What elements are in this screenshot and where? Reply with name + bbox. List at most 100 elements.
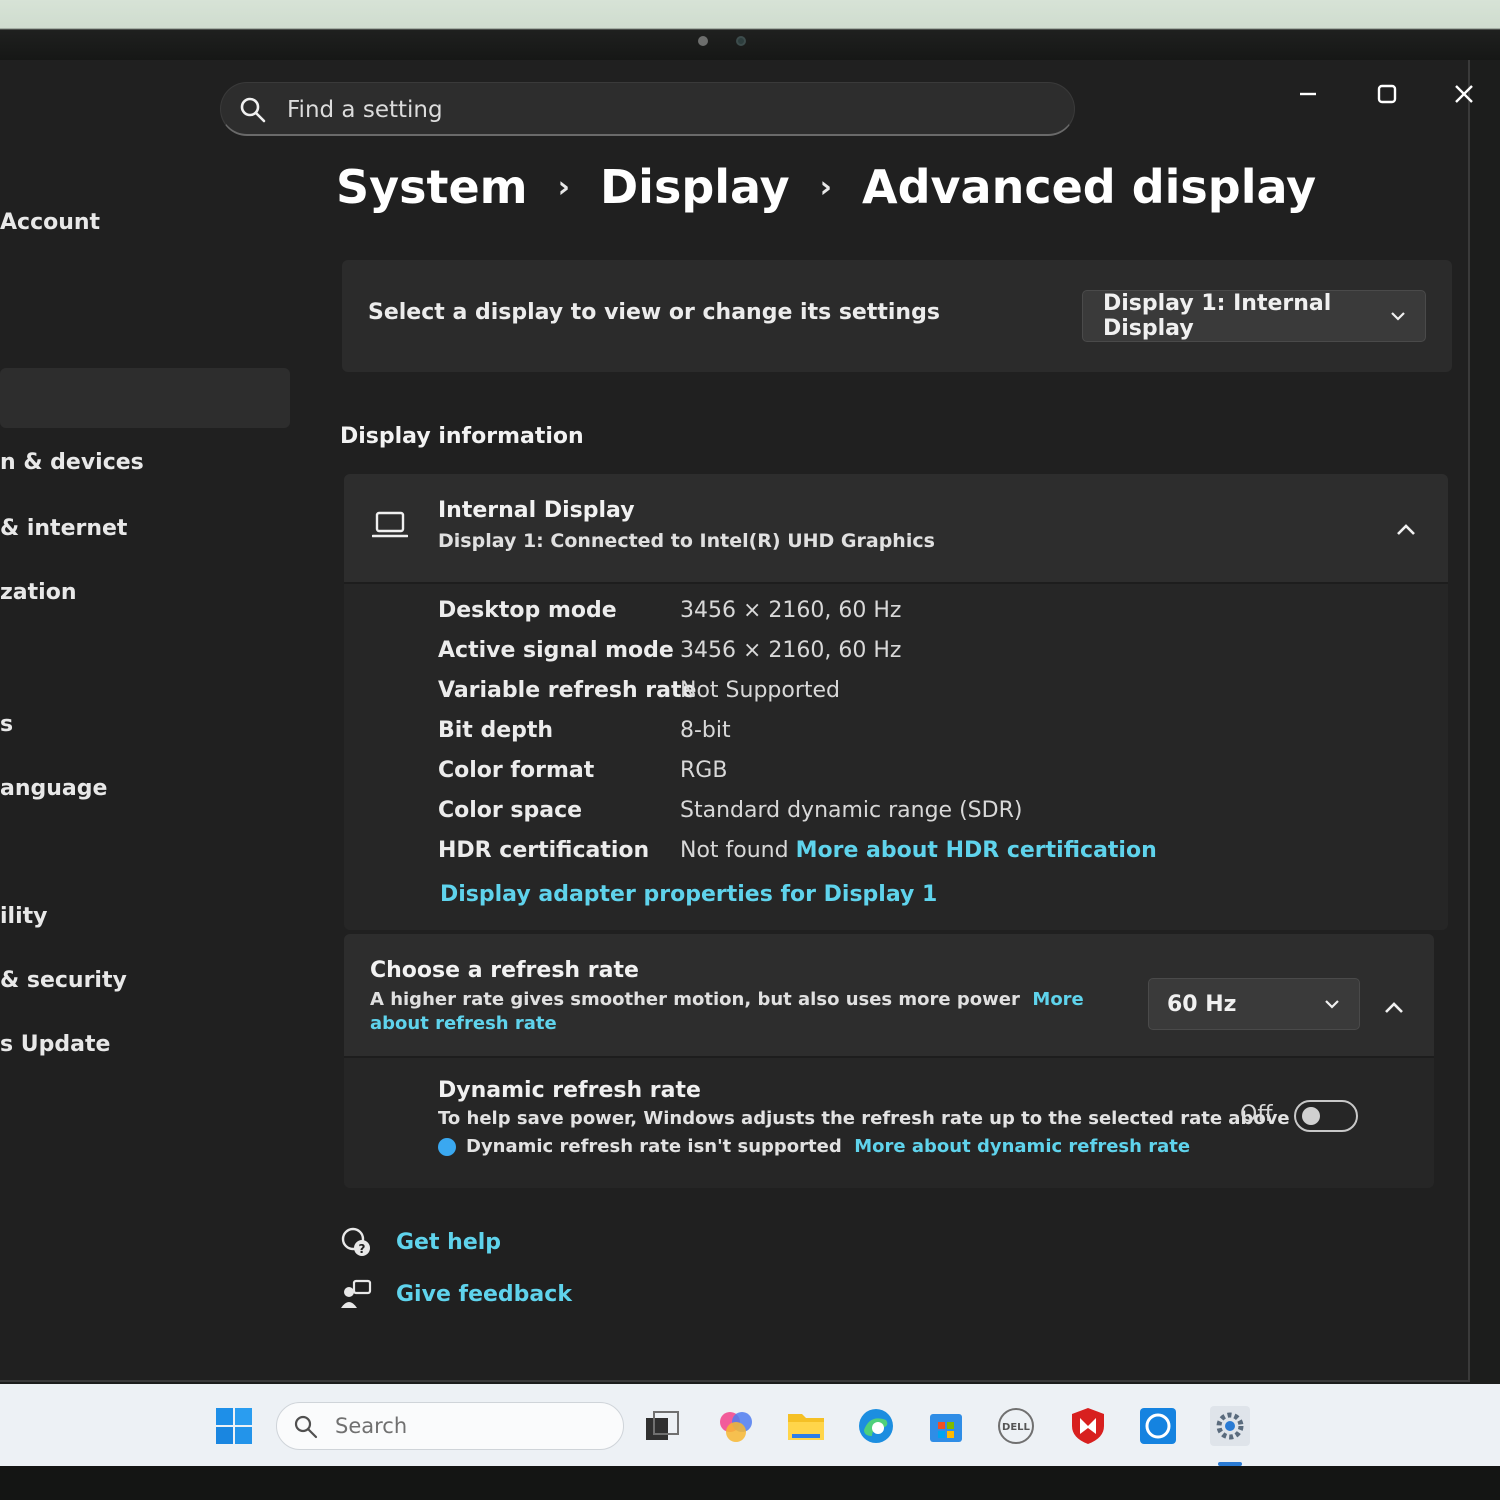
select-display-card: Select a display to view or change its s… <box>342 260 1452 372</box>
page-title: Advanced display <box>862 160 1317 214</box>
hdr-status: Not found <box>680 838 789 863</box>
screen-bezel-bottom <box>0 1466 1500 1500</box>
task-view-icon[interactable] <box>642 1406 682 1446</box>
refresh-rate-description: A higher rate gives smoother motion, but… <box>370 988 1130 1036</box>
svg-text:DELL: DELL <box>1002 1422 1031 1433</box>
property-row-variable-refresh-rate: Variable refresh rate Not Supported <box>438 678 1438 714</box>
section-heading-display-information: Display information <box>340 424 584 449</box>
microsoft-store-icon[interactable] <box>926 1406 966 1446</box>
chevron-up-icon[interactable] <box>1382 996 1406 1020</box>
property-value: RGB <box>680 758 728 783</box>
chevron-up-icon[interactable] <box>1394 518 1418 542</box>
dynamic-refresh-link[interactable]: More about dynamic refresh rate <box>854 1136 1190 1157</box>
dynamic-refresh-note-text: Dynamic refresh rate isn't supported <box>466 1136 842 1157</box>
breadcrumb-system[interactable]: System <box>336 160 528 214</box>
property-row-color-format: Color format RGB <box>438 758 1438 794</box>
app-blue-icon[interactable] <box>1138 1406 1178 1446</box>
edge-browser-icon[interactable] <box>856 1406 896 1446</box>
refresh-rate-title: Choose a refresh rate <box>370 958 639 983</box>
display-name: Internal Display <box>438 498 635 523</box>
screen-bezel-top <box>0 0 1500 60</box>
dell-app-icon[interactable]: DELL <box>996 1406 1036 1446</box>
settings-search-box[interactable] <box>220 82 1075 136</box>
settings-gear-icon[interactable] <box>1210 1406 1250 1446</box>
mcafee-icon[interactable] <box>1068 1406 1108 1446</box>
taskbar: Search DELL <box>0 1384 1500 1466</box>
breadcrumb-display[interactable]: Display <box>600 160 790 214</box>
property-row-active-signal-mode: Active signal mode 3456 × 2160, 60 Hz <box>438 638 1438 674</box>
sidebar-item-bluetooth-devices[interactable]: n & devices <box>0 450 144 475</box>
property-row-desktop-mode: Desktop mode 3456 × 2160, 60 Hz <box>438 598 1438 634</box>
chevron-down-icon <box>1325 1000 1339 1009</box>
property-value: 3456 × 2160, 60 Hz <box>680 638 902 663</box>
display-information-card: Internal Display Display 1: Connected to… <box>344 474 1448 930</box>
search-input[interactable] <box>287 91 1047 129</box>
dynamic-refresh-note: Dynamic refresh rate isn't supported Mor… <box>438 1136 1190 1157</box>
property-label: Active signal mode <box>438 638 674 663</box>
property-value: 3456 × 2160, 60 Hz <box>680 598 902 623</box>
search-icon <box>294 1415 318 1439</box>
file-explorer-icon[interactable] <box>786 1406 826 1446</box>
refresh-rate-value: 60 Hz <box>1167 991 1237 1017</box>
maximize-icon <box>1377 84 1397 104</box>
dynamic-refresh-title: Dynamic refresh rate <box>438 1078 701 1103</box>
display-connection: Display 1: Connected to Intel(R) UHD Gra… <box>438 530 935 552</box>
hdr-certification-link[interactable]: More about HDR certification <box>796 838 1157 863</box>
sidebar-item-windows-update[interactable]: s Update <box>0 1032 110 1057</box>
sidebar-item-accounts[interactable]: Account <box>0 210 100 235</box>
display-adapter-properties-link[interactable]: Display adapter properties for Display 1 <box>440 882 937 907</box>
taskbar-search-placeholder: Search <box>335 1414 408 1438</box>
webcam-icon <box>736 36 746 46</box>
close-icon <box>1455 85 1473 103</box>
display-select-value: Display 1: Internal Display <box>1103 291 1332 341</box>
toggle-knob <box>1302 1107 1320 1125</box>
refresh-rate-description-text: A higher rate gives smoother motion, but… <box>370 989 1020 1010</box>
display-info-header[interactable]: Internal Display Display 1: Connected to… <box>344 474 1448 584</box>
give-feedback-row[interactable]: Give feedback <box>340 1278 572 1310</box>
sidebar-selected-item[interactable] <box>0 368 290 428</box>
display-select-dropdown[interactable]: Display 1: Internal Display <box>1082 290 1426 342</box>
property-value: Not found More about HDR certification <box>680 838 1157 863</box>
windows-start-icon[interactable] <box>214 1406 254 1446</box>
chevron-right-icon: › <box>819 169 833 205</box>
dynamic-refresh-toggle[interactable] <box>1294 1100 1358 1132</box>
property-label: Color format <box>438 758 595 783</box>
dynamic-refresh-description: To help save power, Windows adjusts the … <box>438 1108 1290 1129</box>
laptop-icon <box>372 511 408 538</box>
property-row-color-space: Color space Standard dynamic range (SDR) <box>438 798 1438 834</box>
property-label: Variable refresh rate <box>438 678 697 703</box>
get-help-row[interactable]: ? Get help <box>340 1226 501 1258</box>
sidebar-item-network-internet[interactable]: & internet <box>0 516 127 541</box>
property-label: HDR certification <box>438 838 650 863</box>
get-help-link[interactable]: Get help <box>396 1230 501 1255</box>
sidebar-item-time-language[interactable]: anguage <box>0 776 107 801</box>
close-button[interactable] <box>1434 74 1494 114</box>
minimize-button[interactable] <box>1278 74 1338 114</box>
property-label: Desktop mode <box>438 598 617 623</box>
sidebar-item-personalization[interactable]: zation <box>0 580 76 605</box>
sidebar-item-privacy-security[interactable]: & security <box>0 968 127 993</box>
svg-text:?: ? <box>359 1242 366 1256</box>
camera-sensor-icon <box>698 36 708 46</box>
property-label: Color space <box>438 798 583 823</box>
select-display-label: Select a display to view or change its s… <box>368 300 940 325</box>
give-feedback-link[interactable]: Give feedback <box>396 1282 572 1307</box>
chevron-right-icon: › <box>557 169 570 205</box>
minimize-icon <box>1300 92 1316 96</box>
feedback-icon <box>341 1279 372 1308</box>
search-icon <box>240 97 266 123</box>
sidebar-item-accessibility[interactable]: ility <box>0 904 47 929</box>
info-icon <box>438 1137 456 1156</box>
refresh-rate-dropdown[interactable]: 60 Hz <box>1148 978 1360 1030</box>
property-value: 8-bit <box>680 718 731 743</box>
copilot-icon[interactable] <box>716 1406 756 1446</box>
property-row-bit-depth: Bit depth 8-bit <box>438 718 1438 754</box>
maximize-button[interactable] <box>1357 74 1417 114</box>
get-help-icon: ? <box>341 1227 370 1256</box>
property-label: Bit depth <box>438 718 554 743</box>
property-value: Standard dynamic range (SDR) <box>680 798 1023 823</box>
refresh-rate-card: Choose a refresh rate A higher rate give… <box>344 934 1434 1188</box>
sidebar-item-apps[interactable]: s <box>0 712 13 737</box>
taskbar-search-box[interactable]: Search <box>276 1402 624 1450</box>
toggle-state-label: Off <box>1240 1102 1273 1127</box>
